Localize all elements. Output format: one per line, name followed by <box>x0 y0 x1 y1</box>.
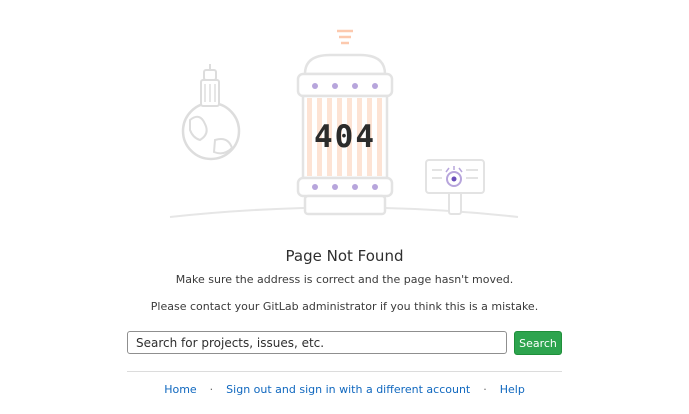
page-subtitle-address: Make sure the address is correct and the… <box>175 273 514 286</box>
signpost-icon <box>425 159 485 215</box>
sign-out-link[interactable]: Sign out and sign in with a different ac… <box>226 383 470 396</box>
globe-icon <box>181 64 241 161</box>
tower-icon: 404 <box>296 29 394 216</box>
link-separator: · <box>209 383 214 396</box>
footer-links: Home · Sign out and sign in with a differe… <box>0 383 689 396</box>
page-subtitle-contact: Please contact your GitLab administrator… <box>150 300 539 313</box>
error-code-label: 404 <box>314 119 376 155</box>
link-separator: · <box>483 383 487 396</box>
lost-404-illustration: 404 <box>169 29 519 218</box>
search-button[interactable]: Search <box>514 331 562 355</box>
not-found-page: 404 Page Not Found Make sure the address… <box>0 0 689 414</box>
divider <box>127 371 562 372</box>
help-link[interactable]: Help <box>500 383 525 396</box>
search-input[interactable] <box>127 331 507 354</box>
page-title: Page Not Found <box>285 247 404 265</box>
search-form: Search <box>127 331 562 356</box>
home-link[interactable]: Home <box>164 383 196 396</box>
